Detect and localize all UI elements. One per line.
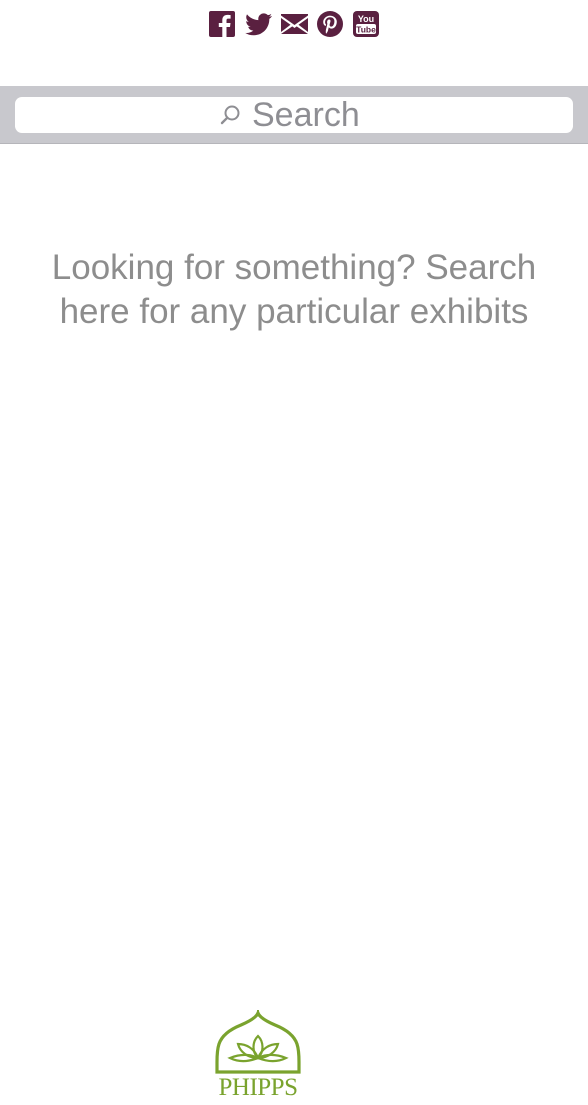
search-page: You Tube Looking for something? Search h… [0, 0, 588, 1105]
youtube-icon[interactable]: You Tube [353, 11, 380, 38]
youtube-label-top: You [358, 14, 374, 24]
search-field[interactable] [15, 95, 573, 135]
search-prompt-text: Looking for something? Search here for a… [51, 248, 537, 331]
youtube-label-bottom: Tube [356, 25, 376, 35]
phipps-logo[interactable]: PHIPPS [212, 1008, 304, 1105]
logo-emblem [215, 1008, 301, 1074]
social-links: You Tube [0, 8, 588, 40]
search-input[interactable] [252, 95, 370, 135]
twitter-icon[interactable] [244, 11, 272, 38]
logo-text: PHIPPS [218, 1074, 299, 1101]
facebook-icon[interactable] [209, 11, 236, 38]
email-icon[interactable] [280, 11, 308, 38]
search-icon [218, 103, 244, 129]
search-bar [0, 86, 588, 144]
pinterest-icon[interactable] [317, 11, 344, 38]
